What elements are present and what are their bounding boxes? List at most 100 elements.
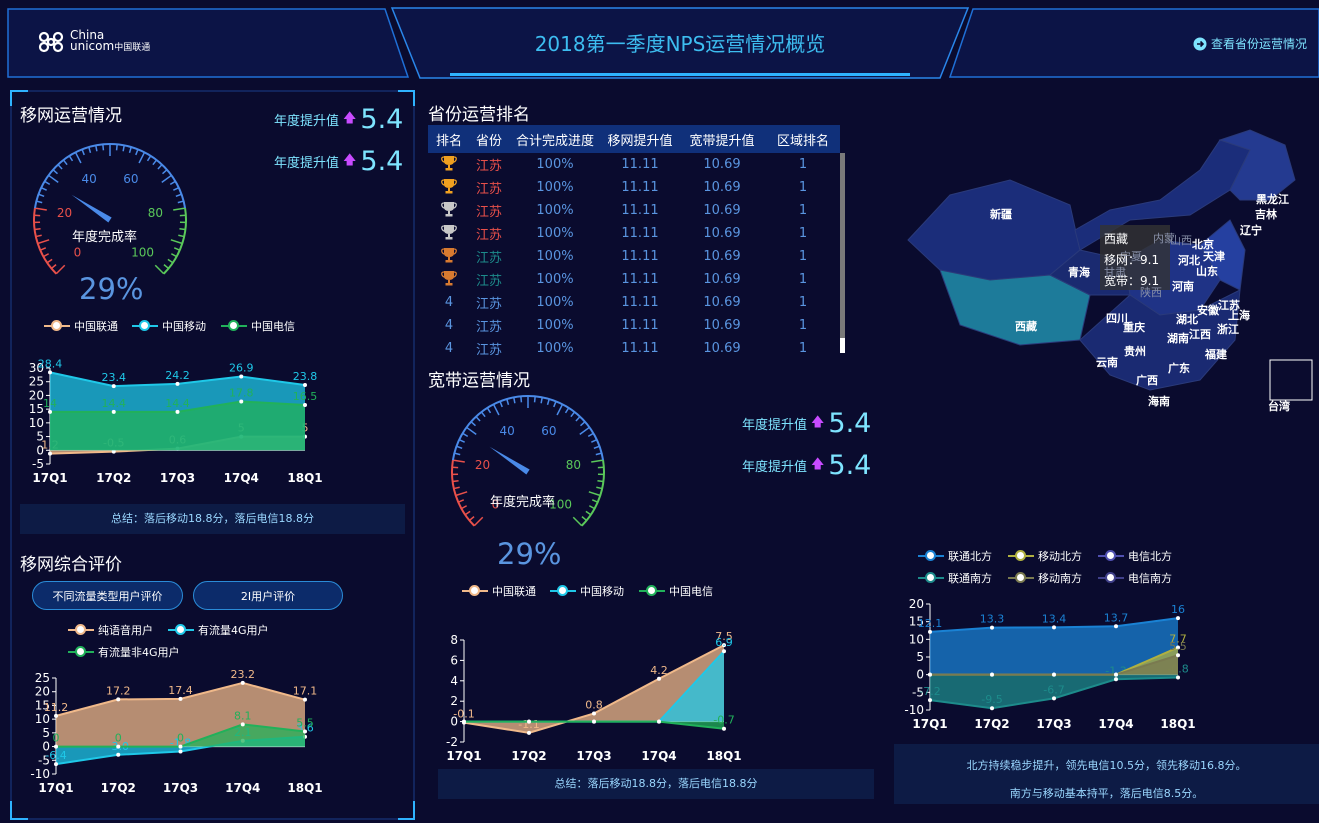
data-point[interactable]	[1114, 677, 1118, 682]
region-rank-cell: 1	[798, 180, 808, 195]
legend-item-telecom-north[interactable]: 电信北方	[1098, 548, 1172, 564]
legend-item-mobile-south[interactable]: 移动南方	[1008, 570, 1082, 586]
data-point[interactable]	[239, 399, 244, 404]
legend-item-4g[interactable]: 有流量4G用户	[168, 622, 269, 638]
province-cell: 江苏	[475, 205, 502, 220]
gauge-tick-label: 40	[499, 424, 514, 438]
legend-item-unicom-south[interactable]: 联通南方	[918, 570, 992, 586]
ranking-row[interactable]: 4 江苏 100% 11.11 10.69 1	[428, 291, 840, 314]
data-point[interactable]	[1176, 616, 1180, 621]
legend-item-non4g[interactable]: 有流量非4G用户	[68, 644, 180, 660]
broadband-value-cell: 10.69	[703, 249, 741, 264]
data-point[interactable]	[178, 696, 183, 701]
gauge-tick	[492, 403, 500, 416]
map-region-xinjiang[interactable]	[907, 179, 1081, 281]
ranking-row[interactable]: 江苏 100% 11.11 10.69 1	[428, 176, 840, 199]
flow-type-eval-button[interactable]: 不同流量类型用户评价	[32, 581, 183, 610]
map-label: 辽宁	[1240, 224, 1262, 237]
y-tick-label: 20	[29, 388, 44, 402]
view-province-link[interactable]: 查看省份运营情况	[1193, 35, 1307, 52]
legend-item-telecom-south[interactable]: 电信南方	[1098, 570, 1172, 586]
data-point[interactable]	[111, 409, 116, 414]
data-point[interactable]	[1052, 625, 1056, 630]
legend-item-unicom[interactable]: 中国联通	[44, 318, 118, 334]
data-point[interactable]	[928, 698, 932, 703]
y-tick-label: 6	[450, 653, 458, 667]
data-point[interactable]	[54, 744, 58, 749]
data-point[interactable]	[54, 762, 58, 767]
ranking-row[interactable]: 4 江苏 100% 11.11 10.69 1	[428, 314, 840, 337]
data-point[interactable]	[116, 697, 121, 702]
mobile-gauge-label: 年度完成率	[72, 230, 138, 245]
data-point[interactable]	[54, 713, 58, 718]
legend-item-voice[interactable]: 纯语音用户	[68, 622, 153, 638]
data-point[interactable]	[178, 749, 183, 754]
ranking-row[interactable]: 江苏 100% 11.11 10.69 1	[428, 199, 840, 222]
data-point[interactable]	[111, 384, 116, 389]
data-point[interactable]	[303, 729, 307, 734]
data-point[interactable]	[462, 719, 466, 724]
data-point[interactable]	[990, 672, 994, 677]
data-point[interactable]	[178, 744, 183, 749]
ranking-row[interactable]: 江苏 100% 11.11 10.69 1	[428, 245, 840, 268]
broadband-up1: 年度提升值 🡅 5.4	[742, 408, 871, 439]
data-point[interactable]	[1052, 672, 1056, 677]
table-scrollbar-thumb[interactable]	[840, 153, 845, 338]
2i-user-eval-button[interactable]: 2I用户评价	[193, 581, 343, 610]
data-point[interactable]	[722, 726, 726, 731]
gauge-tick-label: 60	[541, 424, 556, 438]
legend-item-unicom-north[interactable]: 联通北方	[918, 548, 992, 564]
data-point[interactable]	[240, 722, 245, 727]
data-point[interactable]	[303, 697, 307, 702]
legend-item-telecom[interactable]: 中国电信	[221, 318, 295, 334]
data-point[interactable]	[1176, 653, 1180, 658]
map-label: 广西	[1136, 374, 1158, 387]
map-label: 陕西	[1140, 286, 1162, 299]
data-point[interactable]	[239, 374, 244, 379]
data-point[interactable]	[527, 719, 531, 724]
table-scrollbar-track[interactable]	[840, 153, 845, 353]
legend-label: 中国移动	[162, 320, 206, 333]
data-point[interactable]	[1176, 675, 1180, 680]
ranking-row[interactable]: 江苏 100% 11.11 10.69 1	[428, 268, 840, 291]
data-point[interactable]	[303, 403, 307, 408]
ranking-row[interactable]: 江苏 100% 11.11 10.69 1	[428, 153, 840, 176]
legend-item-mobile-north[interactable]: 移动北方	[1008, 548, 1082, 564]
data-point[interactable]	[303, 383, 307, 388]
data-point[interactable]	[48, 409, 52, 414]
map-inset-box	[1269, 359, 1313, 401]
data-point[interactable]	[722, 649, 726, 654]
data-point[interactable]	[175, 381, 180, 386]
gauge-tick-label: 0	[74, 246, 82, 260]
legend-item-mobile[interactable]: 中国移动	[132, 318, 206, 334]
data-point[interactable]	[990, 706, 994, 711]
data-point[interactable]	[48, 370, 52, 375]
data-point[interactable]	[527, 730, 531, 735]
data-point[interactable]	[592, 711, 596, 716]
province-cell: 江苏	[475, 228, 502, 243]
map-label: 宁夏	[1120, 250, 1142, 263]
ranking-row[interactable]: 4 江苏 100% 11.11 10.69 1	[428, 337, 840, 360]
data-point[interactable]	[116, 752, 121, 757]
data-point[interactable]	[928, 629, 932, 634]
data-point[interactable]	[657, 719, 661, 724]
up-arrow-icon: 🡅	[343, 110, 357, 126]
data-label: 4.2	[650, 664, 668, 677]
data-point[interactable]	[592, 719, 596, 724]
legend-item-telecom[interactable]: 中国电信	[639, 583, 713, 599]
legend-item-unicom[interactable]: 中国联通	[462, 583, 536, 599]
data-point[interactable]	[175, 409, 180, 414]
broadband-value-cell: 10.69	[703, 272, 741, 287]
legend-item-mobile[interactable]: 中国移动	[550, 583, 624, 599]
data-point[interactable]	[116, 744, 121, 749]
data-point[interactable]	[48, 451, 52, 456]
data-point[interactable]	[240, 680, 245, 685]
ranking-row[interactable]: 江苏 100% 11.11 10.69 1	[428, 222, 840, 245]
data-point[interactable]	[928, 672, 932, 677]
data-point[interactable]	[1114, 624, 1118, 629]
map-label: 广东	[1168, 362, 1190, 375]
data-point[interactable]	[1052, 696, 1056, 701]
data-point[interactable]	[657, 676, 661, 681]
data-point[interactable]	[1114, 672, 1118, 677]
data-point[interactable]	[990, 625, 994, 630]
